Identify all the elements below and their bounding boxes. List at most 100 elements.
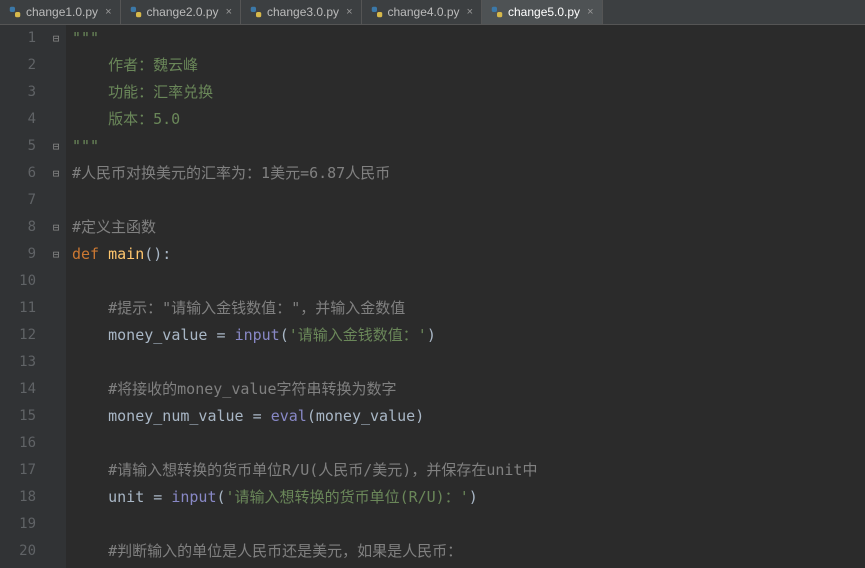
code-line[interactable]: 版本：5.0 [72, 106, 865, 133]
token: #请输入想转换的货币单位R/U(人民币/美元)，并保存在unit中 [108, 461, 537, 479]
fold-toggle [46, 538, 66, 565]
editor-tabs: change1.0.py×change2.0.py×change3.0.py×c… [0, 0, 865, 25]
fold-toggle[interactable]: ⊟ [46, 241, 66, 268]
code-line[interactable]: #提示："请输入金钱数值："，并输入金数值 [72, 295, 865, 322]
token: #定义主函数 [72, 218, 156, 236]
code-area[interactable]: """ 作者：魏云峰 功能：汇率兑换 版本：5.0"""#人民币对换美元的汇率为… [66, 25, 865, 568]
close-icon[interactable]: × [346, 6, 352, 18]
token: money_value [316, 407, 415, 425]
code-line[interactable]: #请输入想转换的货币单位R/U(人民币/美元)，并保存在unit中 [72, 457, 865, 484]
token: #判断输入的单位是人民币还是美元，如果是人民币： [108, 542, 462, 560]
fold-column: ⊟⊟⊟⊟⊟ [46, 25, 66, 568]
code-line[interactable]: #将接收的money_value字符串转换为数字 [72, 376, 865, 403]
python-file-icon [490, 5, 504, 19]
tab-label: change3.0.py [267, 5, 339, 19]
close-icon[interactable]: × [226, 6, 232, 18]
token: input [235, 326, 280, 344]
code-line[interactable]: money_num_value = eval(money_value) [72, 403, 865, 430]
token [72, 542, 108, 560]
code-line[interactable]: def main(): [72, 241, 865, 268]
line-number: 13 [0, 349, 36, 376]
line-number: 16 [0, 430, 36, 457]
token: 作者：魏云峰 [108, 56, 198, 74]
token: = [253, 407, 271, 425]
tab-change3-0-py[interactable]: change3.0.py × [241, 0, 362, 24]
close-icon[interactable]: × [467, 6, 473, 18]
code-line[interactable]: """ [72, 133, 865, 160]
token: main [108, 245, 144, 263]
editor-pane: 1234567891011121314151617181920 ⊟⊟⊟⊟⊟ ""… [0, 25, 865, 568]
code-line[interactable]: """ [72, 25, 865, 52]
line-number: 8 [0, 214, 36, 241]
line-number: 10 [0, 268, 36, 295]
token: ( [217, 488, 226, 506]
token: 功能：汇率兑换 [108, 83, 213, 101]
code-line[interactable] [72, 349, 865, 376]
code-line[interactable]: 作者：魏云峰 [72, 52, 865, 79]
fold-toggle [46, 376, 66, 403]
fold-toggle [46, 484, 66, 511]
code-line[interactable] [72, 187, 865, 214]
token: #人民币对换美元的汇率为：1美元=6.87人民币 [72, 164, 390, 182]
line-number: 7 [0, 187, 36, 214]
python-file-icon [129, 5, 143, 19]
python-file-icon [8, 5, 22, 19]
line-number: 2 [0, 52, 36, 79]
code-line[interactable]: unit = input('请输入想转换的货币单位(R/U)：') [72, 484, 865, 511]
token [72, 461, 108, 479]
code-line[interactable]: 功能：汇率兑换 [72, 79, 865, 106]
token: ) [469, 488, 478, 506]
line-number: 11 [0, 295, 36, 322]
fold-toggle [46, 187, 66, 214]
tab-change1-0-py[interactable]: change1.0.py × [0, 0, 121, 24]
fold-toggle [46, 52, 66, 79]
line-number: 3 [0, 79, 36, 106]
line-number: 18 [0, 484, 36, 511]
token: = [153, 488, 171, 506]
token [72, 326, 108, 344]
close-icon[interactable]: × [587, 6, 593, 18]
code-line[interactable] [72, 511, 865, 538]
token: (): [144, 245, 171, 263]
line-number: 1 [0, 25, 36, 52]
line-number-gutter: 1234567891011121314151617181920 [0, 25, 46, 568]
fold-toggle[interactable]: ⊟ [46, 25, 66, 52]
close-icon[interactable]: × [105, 6, 111, 18]
code-line[interactable]: money_value = input('请输入金钱数值：') [72, 322, 865, 349]
fold-toggle [46, 295, 66, 322]
fold-toggle [46, 403, 66, 430]
fold-toggle[interactable]: ⊟ [46, 214, 66, 241]
token: ) [415, 407, 424, 425]
line-number: 6 [0, 160, 36, 187]
code-line[interactable] [72, 268, 865, 295]
code-line[interactable] [72, 430, 865, 457]
code-line[interactable]: #判断输入的单位是人民币还是美元，如果是人民币： [72, 538, 865, 565]
tab-label: change1.0.py [26, 5, 98, 19]
tab-change5-0-py[interactable]: change5.0.py× [482, 0, 603, 24]
fold-toggle[interactable]: ⊟ [46, 160, 66, 187]
fold-toggle [46, 106, 66, 133]
tab-change4-0-py[interactable]: change4.0.py× [362, 0, 483, 24]
python-file-icon [249, 5, 263, 19]
tab-change2-0-py[interactable]: change2.0.py× [121, 0, 242, 24]
token [72, 110, 108, 128]
line-number: 15 [0, 403, 36, 430]
line-number: 14 [0, 376, 36, 403]
fold-toggle [46, 511, 66, 538]
token: money_num_value [108, 407, 253, 425]
code-line[interactable]: #定义主函数 [72, 214, 865, 241]
fold-toggle [46, 322, 66, 349]
line-number: 20 [0, 538, 36, 565]
line-number: 9 [0, 241, 36, 268]
python-file-icon [370, 5, 384, 19]
token: #将接收的money_value字符串转换为数字 [108, 380, 396, 398]
fold-toggle [46, 430, 66, 457]
token: ( [280, 326, 289, 344]
token: """ [72, 29, 99, 47]
token: ) [427, 326, 436, 344]
token: eval [271, 407, 307, 425]
fold-toggle[interactable]: ⊟ [46, 133, 66, 160]
token [72, 299, 108, 317]
code-line[interactable]: #人民币对换美元的汇率为：1美元=6.87人民币 [72, 160, 865, 187]
token [72, 83, 108, 101]
